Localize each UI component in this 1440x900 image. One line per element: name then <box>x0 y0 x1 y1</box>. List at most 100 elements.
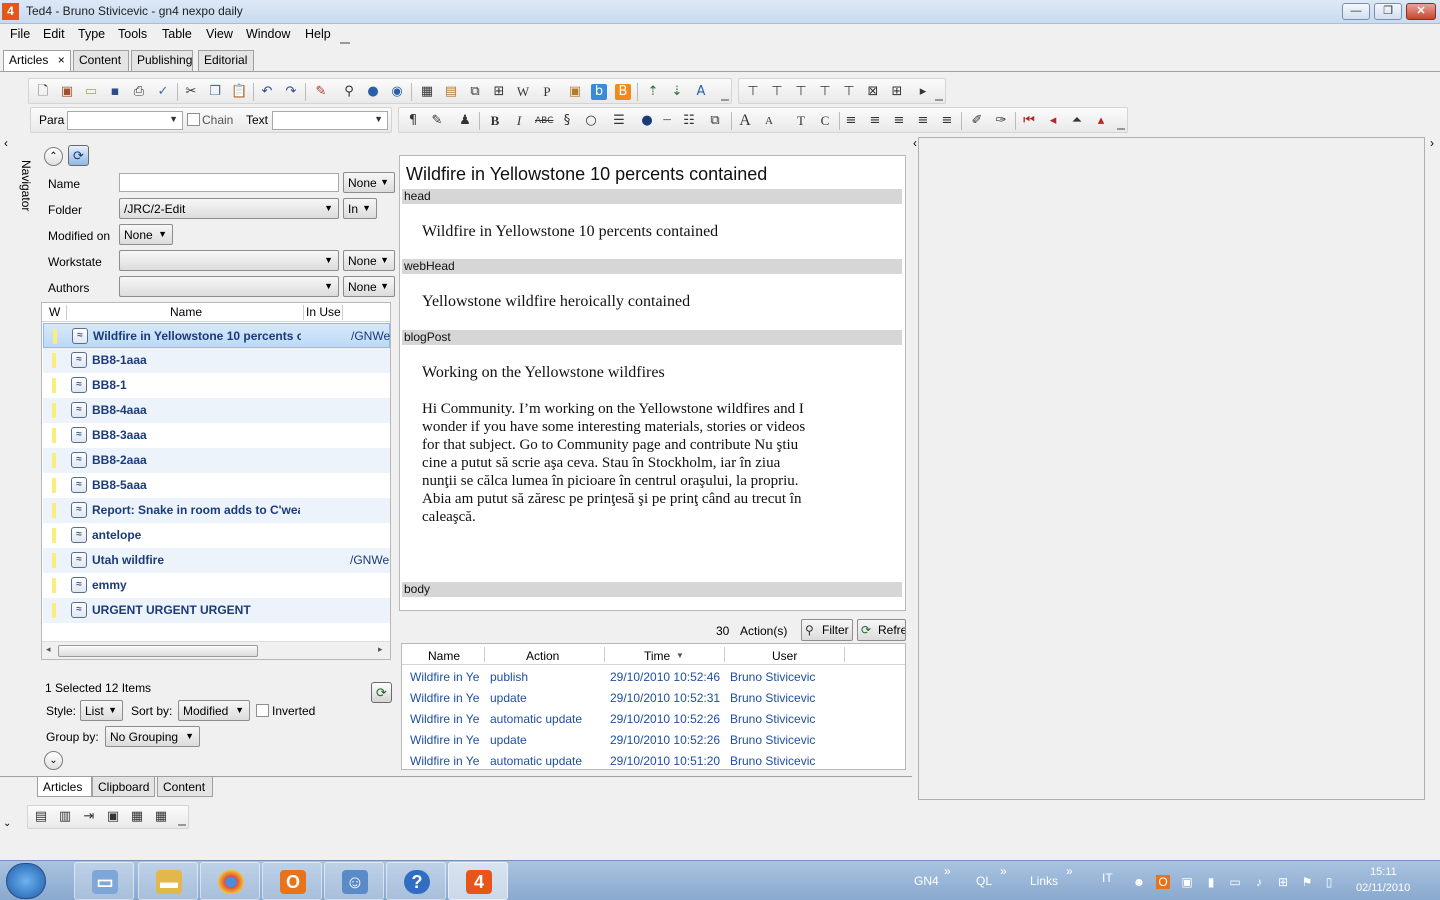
numbered-list-icon[interactable]: ☷ <box>681 113 697 129</box>
table-insert-row-icon[interactable]: ⊤ <box>745 84 761 100</box>
col-header-user[interactable]: User <box>772 649 797 663</box>
detail-view-icon[interactable]: ▥ <box>57 809 73 825</box>
taskbar-chrome[interactable] <box>200 862 260 900</box>
clock-time[interactable]: 15:11 <box>1370 866 1397 878</box>
tray-app-icon[interactable]: ▣ <box>1180 875 1194 889</box>
table-row[interactable]: Wildfire in Ye automatic update 29/10/20… <box>402 750 905 769</box>
authors-select[interactable]: ▼ <box>119 276 339 297</box>
table-delete-row-icon[interactable]: ⊤ <box>793 84 809 100</box>
bullet-list-icon[interactable]: ☰ <box>611 113 627 129</box>
font-size-up-icon[interactable]: A <box>737 113 753 129</box>
table-insert-col-icon[interactable]: ⊤ <box>769 84 785 100</box>
table-properties-icon[interactable]: ⊞ <box>889 84 905 100</box>
text-style-icon[interactable]: A <box>693 84 709 100</box>
bottom-tab-articles[interactable]: Articles <box>37 777 92 797</box>
tools-icon[interactable]: ✎ <box>313 84 329 100</box>
redo-icon[interactable]: ↷ <box>283 84 299 100</box>
refresh-actions-button[interactable]: ⟳ Refre <box>857 619 906 641</box>
preview-pane[interactable] <box>918 137 1425 800</box>
spellcheck-icon[interactable]: ✓ <box>155 84 171 100</box>
list-item[interactable]: ≈ BB8-2aaa <box>43 448 390 473</box>
paste-icon[interactable]: 📋 <box>231 84 247 100</box>
cut-icon[interactable]: ✂ <box>183 84 199 100</box>
open-archive-icon[interactable]: ▣ <box>59 84 75 100</box>
list-item[interactable]: ≈ BB8-4aaa <box>43 398 390 423</box>
ink-icon[interactable]: ♟ <box>457 113 473 129</box>
table-row[interactable]: Wildfire in Ye update 29/10/2010 10:52:3… <box>402 687 905 708</box>
italic-icon[interactable]: I <box>511 113 527 129</box>
menu-tools[interactable]: Tools <box>118 27 147 41</box>
scroll-right-icon[interactable]: ▸ <box>378 644 383 655</box>
menu-window[interactable]: Window <box>246 27 290 41</box>
list-item[interactable]: ≈ BB8-5aaa <box>43 473 390 498</box>
strikethrough-icon[interactable]: ABC <box>535 113 553 129</box>
list-item[interactable]: ≈ BB8-1 <box>43 373 390 398</box>
list-item[interactable]: ≈ Utah wildfire/GNWe <box>43 548 390 573</box>
sort-by-select[interactable]: Modified ▼ <box>178 700 250 721</box>
tab-articles[interactable]: Articles × <box>3 50 71 71</box>
start-orb-icon[interactable] <box>6 863 46 899</box>
table-split-icon[interactable]: ⊠ <box>865 84 881 100</box>
folder-mode-select[interactable]: In ▼ <box>343 198 377 219</box>
chain-checkbox[interactable] <box>187 113 200 126</box>
tab-publishing[interactable]: Publishing <box>131 50 193 71</box>
text-style-select[interactable]: ▼ <box>272 111 388 130</box>
style-select[interactable]: List ▼ <box>80 700 123 721</box>
table-row[interactable]: Wildfire in Ye automatic update 29/10/20… <box>402 708 905 729</box>
tab-content[interactable]: Content <box>73 50 129 71</box>
collapse-left-icon[interactable]: ‹ <box>913 136 917 150</box>
workstate-select[interactable]: ▼ <box>119 250 339 271</box>
display-icon[interactable]: ▭ <box>1228 875 1242 889</box>
prev-change-icon[interactable]: ◂ <box>1045 113 1061 129</box>
chevron-down-icon[interactable]: ⌄ <box>3 818 11 829</box>
picture-icon[interactable]: ▣ <box>567 84 583 100</box>
insert-link-icon[interactable]: ⧉ <box>467 84 483 100</box>
pilcrow-icon[interactable]: ¶ <box>405 113 421 129</box>
menu-overflow-grip[interactable] <box>340 36 350 44</box>
taskbar-outlook[interactable]: O <box>262 862 322 900</box>
top-change-icon[interactable]: ⏶ <box>1069 113 1085 129</box>
list-item[interactable]: ≈ emmy <box>43 573 390 598</box>
toolbar-grip[interactable] <box>178 820 186 826</box>
table-row[interactable]: Wildfire in Ye update 29/10/2010 10:52:2… <box>402 729 905 750</box>
article-editor[interactable]: Wildfire in Yellowstone 10 percents cont… <box>399 155 906 611</box>
toolbar-gn4[interactable]: GN4 <box>914 874 939 888</box>
collapse-left-icon[interactable]: ‹ <box>4 136 8 150</box>
name-mode-select[interactable]: None ▼ <box>343 172 395 193</box>
inverted-checkbox[interactable] <box>256 704 269 717</box>
copy-icon[interactable]: ❐ <box>207 84 223 100</box>
toolbar-grip[interactable] <box>721 95 729 101</box>
toolbar-grip[interactable] <box>1117 124 1125 130</box>
col-header-time[interactable]: Time <box>644 649 670 663</box>
play-icon[interactable]: ▸ <box>915 84 931 100</box>
circle-icon[interactable]: ○ <box>583 113 599 129</box>
move-down-icon[interactable]: ⇣ <box>669 84 685 100</box>
language-indicator[interactable]: IT <box>1102 871 1113 885</box>
col-header-in-use[interactable]: In Use <box>306 305 341 319</box>
uppercase-icon[interactable]: T <box>793 113 809 129</box>
group-by-select[interactable]: No Grouping ▼ <box>105 726 200 747</box>
list-item[interactable]: ≈ Report: Snake in room adds to C'wea <box>43 498 390 523</box>
flag-icon[interactable]: ⚑ <box>1300 875 1314 889</box>
open-folder-icon[interactable]: ▭ <box>83 84 99 100</box>
grid-view-icon[interactable]: ▦ <box>129 809 145 825</box>
undo-icon[interactable]: ↶ <box>259 84 275 100</box>
field-head-text[interactable]: Wildfire in Yellowstone 10 percents cont… <box>422 223 718 241</box>
chevron-icon[interactable]: » <box>944 864 951 878</box>
bottom-tab-content[interactable]: Content <box>157 777 213 797</box>
list-item[interactable]: ≈ BB8-3aaa <box>43 423 390 448</box>
field-blogpost-body[interactable]: Hi Community. I’m working on the Yellows… <box>422 400 892 526</box>
tab-close-icon[interactable]: × <box>58 53 65 67</box>
signal-icon[interactable]: ▮ <box>1204 875 1218 889</box>
move-to-icon[interactable]: ⇥ <box>81 809 97 825</box>
print-icon[interactable]: ⎙ <box>131 84 147 100</box>
taskbar-help[interactable]: ? <box>386 862 446 900</box>
toolbar-ql[interactable]: QL <box>976 874 992 888</box>
workstate-mode-select[interactable]: None ▼ <box>343 250 395 271</box>
col-header-action[interactable]: Action <box>526 649 559 663</box>
word-icon[interactable]: W <box>515 84 531 100</box>
menu-view[interactable]: View <box>206 27 233 41</box>
table-delete-col-icon[interactable]: ⊤ <box>817 84 833 100</box>
battery-icon[interactable]: ▯ <box>1322 875 1336 889</box>
collapse-right-icon[interactable]: › <box>1430 136 1434 150</box>
